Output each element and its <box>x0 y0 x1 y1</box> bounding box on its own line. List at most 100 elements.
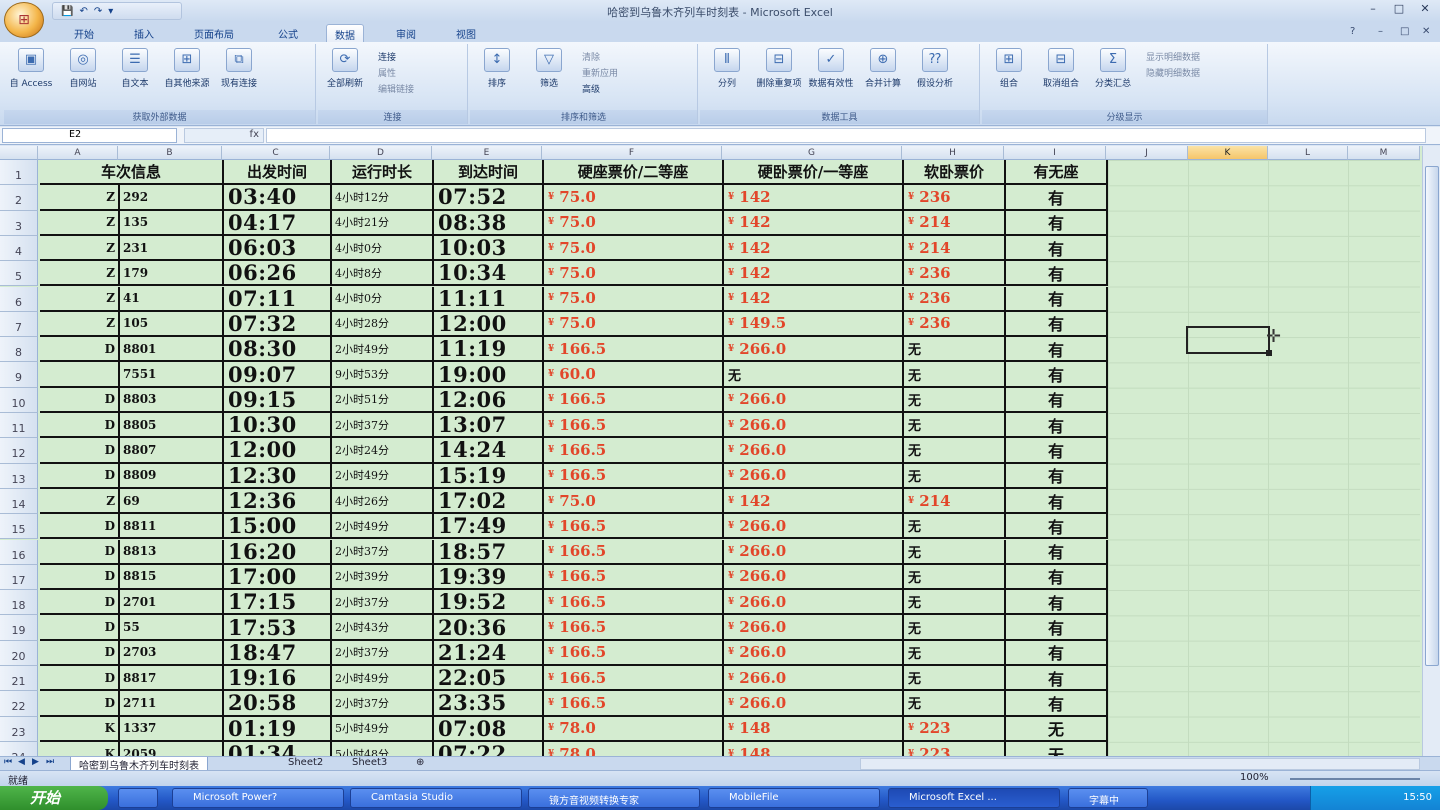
hard-seat-price-cell[interactable]: ¥166.5 <box>544 514 724 538</box>
soft-sleeper-price-cell[interactable]: 无 <box>904 539 1006 563</box>
duration-cell[interactable]: 2小时51分 <box>332 387 434 411</box>
duration-cell[interactable]: 4小时12分 <box>332 185 434 209</box>
seat-availability-cell[interactable]: 有 <box>1006 185 1108 209</box>
hard-seat-price-cell[interactable]: ¥166.5 <box>544 590 724 614</box>
duration-cell[interactable]: 5小时48分 <box>332 741 434 756</box>
name-box[interactable]: E2 <box>2 128 177 143</box>
train-number-cell[interactable]: 8807 <box>120 438 224 462</box>
tab-5[interactable]: 审阅 <box>388 24 424 42</box>
hard-seat-price-cell[interactable]: ¥75.0 <box>544 185 724 209</box>
column-header-k[interactable]: K <box>1188 146 1268 160</box>
taskbar-item-5[interactable]: 字幕中 <box>1068 788 1148 808</box>
train-number-cell[interactable]: 105 <box>120 311 224 336</box>
train-type-cell[interactable]: K <box>40 716 120 740</box>
train-type-cell[interactable]: Z <box>40 488 120 513</box>
column-header-i[interactable]: I <box>1004 146 1106 160</box>
seat-availability-cell[interactable]: 无 <box>1006 716 1108 740</box>
train-type-cell[interactable]: D <box>40 463 120 487</box>
soft-sleeper-price-cell[interactable]: 无 <box>904 514 1006 538</box>
row-header[interactable]: 23 <box>0 716 38 742</box>
seat-availability-cell[interactable]: 有 <box>1006 261 1108 285</box>
row-header[interactable]: 17 <box>0 564 38 591</box>
arrival-cell[interactable]: 12:00 <box>434 311 544 336</box>
hard-sleeper-price-cell[interactable]: ¥142 <box>724 210 904 234</box>
seat-availability-cell[interactable]: 有 <box>1006 362 1108 386</box>
soft-sleeper-price-cell[interactable]: ¥236 <box>904 286 1006 310</box>
hard-seat-price-cell[interactable]: ¥166.5 <box>544 615 724 639</box>
arrival-cell[interactable]: 18:57 <box>434 539 544 563</box>
departure-cell[interactable]: 07:11 <box>224 286 332 310</box>
row-header[interactable]: 14 <box>0 488 38 515</box>
departure-cell[interactable]: 09:07 <box>224 362 332 386</box>
soft-sleeper-price-cell[interactable]: 无 <box>904 640 1006 664</box>
hard-seat-price-cell[interactable]: ¥60.0 <box>544 362 724 386</box>
selected-cell-k2[interactable] <box>1186 326 1272 356</box>
departure-cell[interactable]: 15:00 <box>224 514 332 538</box>
soft-sleeper-price-cell[interactable]: 无 <box>904 337 1006 361</box>
hard-sleeper-price-cell[interactable]: ¥149.5 <box>724 311 904 336</box>
start-button[interactable]: 开始 <box>0 786 108 810</box>
row-header[interactable]: 7 <box>0 311 38 338</box>
ribbon-button-3-0[interactable]: ⫴ 分列 <box>704 48 750 89</box>
soft-sleeper-price-cell[interactable]: ¥236 <box>904 185 1006 209</box>
quick-launch-icon[interactable] <box>118 788 158 808</box>
hard-sleeper-price-cell[interactable]: ¥148 <box>724 716 904 740</box>
duration-cell[interactable]: 2小时24分 <box>332 438 434 462</box>
duration-cell[interactable]: 4小时0分 <box>332 286 434 310</box>
row-header[interactable]: 6 <box>0 286 38 312</box>
new-sheet-icon[interactable]: ⊕ <box>408 757 432 771</box>
hard-sleeper-price-cell[interactable]: ¥266.0 <box>724 413 904 437</box>
seat-availability-cell[interactable]: 有 <box>1006 514 1108 538</box>
duration-cell[interactable]: 2小时37分 <box>332 691 434 715</box>
hard-sleeper-price-cell[interactable]: ¥266.0 <box>724 463 904 487</box>
departure-cell[interactable]: 12:36 <box>224 488 332 513</box>
train-number-cell[interactable]: 8805 <box>120 413 224 437</box>
ribbon-minimize-icon[interactable]: – <box>1378 26 1383 37</box>
hard-sleeper-price-cell[interactable]: ¥266.0 <box>724 438 904 462</box>
row-header[interactable]: 19 <box>0 615 38 641</box>
train-number-cell[interactable]: 292 <box>120 185 224 209</box>
hard-sleeper-price-cell[interactable]: ¥266.0 <box>724 564 904 589</box>
train-type-cell[interactable]: Z <box>40 286 120 310</box>
soft-sleeper-price-cell[interactable]: 无 <box>904 666 1006 690</box>
train-type-cell[interactable]: D <box>40 539 120 563</box>
train-number-cell[interactable]: 69 <box>120 488 224 513</box>
departure-cell[interactable]: 17:00 <box>224 564 332 589</box>
hard-seat-price-cell[interactable]: ¥166.5 <box>544 438 724 462</box>
train-number-cell[interactable]: 8803 <box>120 387 224 411</box>
column-header-e[interactable]: E <box>432 146 542 160</box>
ribbon-small-2-0[interactable]: 清除 <box>582 50 600 63</box>
ribbon-button-0-3[interactable]: ⊞ 自其他来源 <box>164 48 210 89</box>
seat-availability-cell[interactable]: 有 <box>1006 311 1108 336</box>
hard-seat-price-cell[interactable]: ¥166.5 <box>544 413 724 437</box>
train-number-cell[interactable]: 2701 <box>120 590 224 614</box>
arrival-cell[interactable]: 17:02 <box>434 488 544 513</box>
scroll-thumb[interactable] <box>1425 166 1439 666</box>
departure-cell[interactable]: 06:03 <box>224 235 332 260</box>
ribbon-restore-icon[interactable]: □ <box>1400 26 1409 37</box>
arrival-cell[interactable]: 11:11 <box>434 286 544 310</box>
tab-6[interactable]: 视图 <box>448 24 484 42</box>
train-number-cell[interactable]: 179 <box>120 261 224 285</box>
hard-seat-price-cell[interactable]: ¥75.0 <box>544 261 724 285</box>
hard-seat-price-cell[interactable]: ¥75.0 <box>544 210 724 234</box>
column-header-g[interactable]: G <box>722 146 902 160</box>
seat-availability-cell[interactable]: 无 <box>1006 741 1108 756</box>
row-header[interactable]: 18 <box>0 590 38 616</box>
seat-availability-cell[interactable]: 有 <box>1006 640 1108 664</box>
vertical-scrollbar[interactable] <box>1422 146 1440 758</box>
train-number-cell[interactable]: 135 <box>120 210 224 234</box>
hard-seat-price-cell[interactable]: ¥78.0 <box>544 716 724 740</box>
worksheet[interactable]: 车次信息 出发时间 运行时长 到达时间 硬座票价/二等座 硬卧票价/一等座 软卧票价 有无座 Z… <box>0 146 1440 756</box>
hard-seat-price-cell[interactable]: ¥166.5 <box>544 539 724 563</box>
ribbon-button-0-1[interactable]: ◎ 自网站 <box>60 48 106 89</box>
hard-sleeper-price-cell[interactable]: ¥266.0 <box>724 615 904 639</box>
train-type-cell[interactable]: Z <box>40 185 120 209</box>
duration-cell[interactable]: 2小时39分 <box>332 564 434 589</box>
arrival-cell[interactable]: 07:22 <box>434 741 544 756</box>
arrival-cell[interactable]: 21:24 <box>434 640 544 664</box>
soft-sleeper-price-cell[interactable]: ¥236 <box>904 261 1006 285</box>
hard-seat-price-cell[interactable]: ¥166.5 <box>544 640 724 664</box>
ribbon-button-0-2[interactable]: ☰ 自文本 <box>112 48 158 89</box>
ribbon-small-4-0[interactable]: 显示明细数据 <box>1146 50 1200 63</box>
